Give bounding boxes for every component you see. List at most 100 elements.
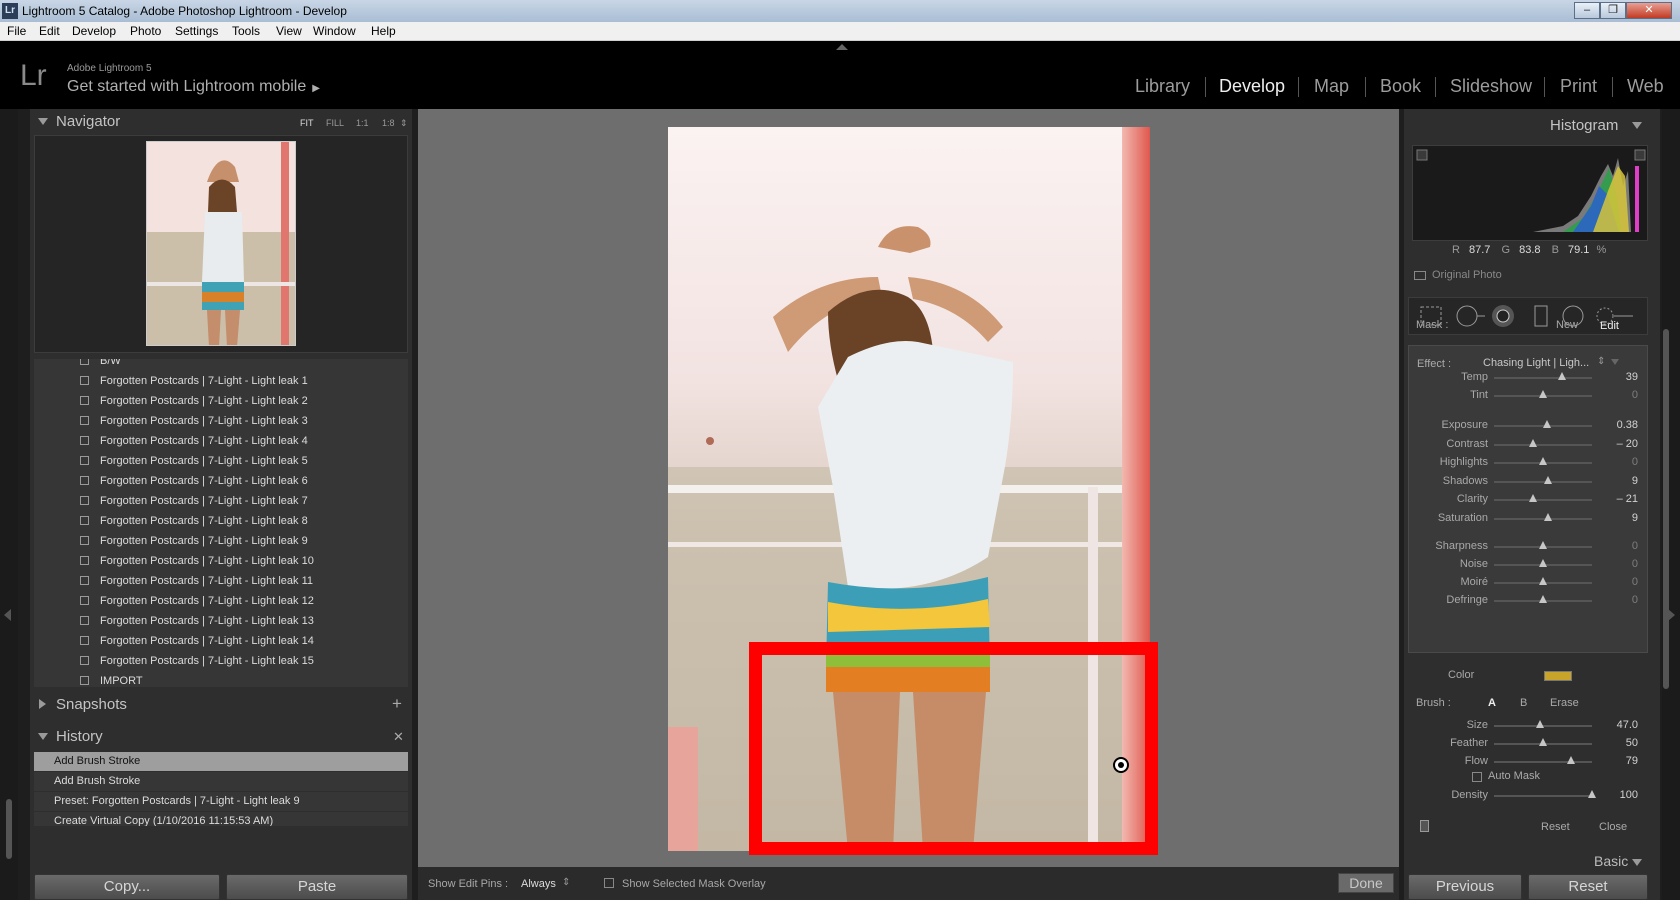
slider-thumb[interactable] [1543, 475, 1552, 484]
brush-a-button[interactable]: A [1488, 697, 1496, 709]
slider-tint[interactable]: Tint 0 [1408, 387, 1648, 403]
slider-thumb[interactable] [1536, 720, 1545, 728]
slider-track[interactable] [1494, 761, 1592, 763]
slider-highlights[interactable]: Highlights 0 [1408, 454, 1648, 470]
preset-item[interactable]: Forgotten Postcards | 7-Light - Light le… [34, 591, 408, 611]
preset-item[interactable]: Forgotten Postcards | 7-Light - Light le… [34, 531, 408, 551]
preset-item[interactable]: Forgotten Postcards | 7-Light - Light le… [34, 511, 408, 531]
history-item[interactable]: Add Brush Stroke [34, 752, 408, 771]
slider-contrast[interactable]: Contrast – 20 [1408, 436, 1648, 452]
paste-settings-button[interactable]: Paste [226, 874, 408, 900]
brush-edit-pin[interactable] [1113, 757, 1129, 773]
menu-tools[interactable]: Tools [232, 24, 260, 38]
slider-temp[interactable]: Temp 39 [1408, 369, 1648, 385]
slider-thumb[interactable] [1539, 559, 1547, 567]
slider-track[interactable] [1494, 499, 1592, 501]
left-panel-toggle[interactable] [0, 109, 18, 900]
preset-item[interactable]: Forgotten Postcards | 7-Light - Light le… [34, 411, 408, 431]
preset-item[interactable]: Forgotten Postcards | 7-Light - Light le… [34, 551, 408, 571]
slider-value[interactable]: – 20 [1617, 438, 1638, 450]
history-item[interactable]: Add Brush Stroke [34, 772, 408, 791]
slider-feather[interactable]: Feather 50 [1408, 735, 1648, 751]
slider-value[interactable]: 0 [1632, 456, 1638, 468]
color-swatch[interactable] [1544, 671, 1572, 681]
slider-value[interactable]: 79 [1626, 755, 1638, 767]
preset-item[interactable]: Forgotten Postcards | 7-Light - Light le… [34, 571, 408, 591]
slider-noise[interactable]: Noise 0 [1408, 556, 1648, 572]
module-map[interactable]: Map [1314, 76, 1349, 97]
original-photo-icon[interactable] [1414, 271, 1426, 280]
slider-value[interactable]: 0 [1632, 389, 1638, 401]
done-button[interactable]: Done [1338, 873, 1394, 893]
slider-thumb[interactable] [1539, 390, 1547, 398]
brush-b-button[interactable]: B [1520, 697, 1527, 709]
slider-exposure[interactable]: Exposure 0.38 [1408, 417, 1648, 433]
effect-select-stepper-icon[interactable]: ⇕ [1597, 356, 1605, 367]
basic-panel-title[interactable]: Basic [1594, 853, 1628, 869]
slider-sharpness[interactable]: Sharpness 0 [1408, 538, 1648, 554]
menu-file[interactable]: File [7, 24, 26, 38]
slider-value[interactable]: 50 [1626, 737, 1638, 749]
add-snapshot-icon[interactable]: + [392, 694, 402, 714]
panel-close-button[interactable]: Close [1599, 821, 1627, 833]
minimize-button[interactable]: – [1574, 2, 1600, 19]
clear-history-icon[interactable]: ✕ [393, 729, 404, 745]
zoom-fill[interactable]: FILL [326, 118, 344, 128]
zoom-1-8[interactable]: 1:8 [382, 118, 395, 128]
menu-view[interactable]: View [276, 24, 302, 38]
reset-button[interactable]: Reset [1528, 874, 1648, 900]
show-edit-pins-select[interactable]: Always [521, 878, 556, 890]
brush-erase-button[interactable]: Erase [1550, 697, 1579, 709]
close-window-button[interactable]: ✕ [1626, 2, 1672, 19]
copy-settings-button[interactable]: Copy... [34, 874, 220, 900]
slider-shadows[interactable]: Shadows 9 [1408, 473, 1648, 489]
slider-density[interactable]: Density 100 [1408, 787, 1648, 803]
mask-edit-button[interactable]: Edit [1600, 320, 1619, 332]
slider-thumb[interactable] [1539, 738, 1547, 746]
slider-value[interactable]: – 21 [1617, 493, 1638, 505]
slider-track[interactable] [1494, 443, 1592, 446]
preset-item[interactable]: Forgotten Postcards | 7-Light - Light le… [34, 631, 408, 651]
zoom-fit[interactable]: FIT [300, 118, 314, 128]
slider-saturation[interactable]: Saturation 9 [1408, 510, 1648, 526]
right-panel-toggle[interactable] [1662, 109, 1680, 900]
left-scrollbar[interactable] [6, 799, 12, 859]
slider-size[interactable]: Size 47.0 [1408, 717, 1648, 733]
module-library[interactable]: Library [1135, 76, 1190, 97]
slider-thumb[interactable] [1557, 372, 1566, 380]
menu-develop[interactable]: Develop [72, 24, 116, 38]
slider-value[interactable]: 100 [1620, 789, 1638, 801]
history-header[interactable]: History ✕ [30, 724, 412, 750]
mask-new-button[interactable]: New [1556, 319, 1578, 331]
slider-thumb[interactable] [1567, 756, 1576, 764]
preset-item[interactable]: IMPORT [34, 671, 408, 687]
module-slideshow[interactable]: Slideshow [1450, 76, 1532, 97]
slider-thumb[interactable] [1588, 790, 1596, 798]
slider-thumb[interactable] [1529, 438, 1538, 447]
module-book[interactable]: Book [1380, 76, 1421, 97]
menu-edit[interactable]: Edit [39, 24, 60, 38]
slider-thumb[interactable] [1539, 577, 1547, 585]
menu-window[interactable]: Window [313, 24, 356, 38]
slider-flow[interactable]: Flow 79 [1408, 753, 1648, 769]
slider-value[interactable]: 9 [1632, 512, 1638, 524]
menu-settings[interactable]: Settings [175, 24, 218, 38]
panel-reset-button[interactable]: Reset [1541, 821, 1570, 833]
preset-item[interactable]: Forgotten Postcards | 7-Light - Light le… [34, 391, 408, 411]
right-scrollbar[interactable] [1663, 329, 1669, 689]
preset-item[interactable]: B/W [34, 359, 408, 371]
slider-thumb[interactable] [1543, 512, 1552, 521]
histogram-collapse-icon[interactable] [1632, 122, 1642, 129]
auto-mask-checkbox[interactable] [1472, 772, 1482, 782]
mobile-promo-link[interactable]: Get started with Lightroom mobile ▶ [67, 78, 320, 96]
menu-photo[interactable]: Photo [130, 24, 161, 38]
slider-thumb[interactable] [1539, 595, 1547, 603]
module-web[interactable]: Web [1627, 76, 1664, 97]
slider-value[interactable]: 9 [1632, 475, 1638, 487]
preset-item[interactable]: Forgotten Postcards | 7-Light - Light le… [34, 471, 408, 491]
slider-value[interactable]: 0 [1632, 576, 1638, 588]
navigator-header[interactable]: Navigator FIT FILL 1:1 1:8 ⇕ [30, 109, 412, 135]
preset-item[interactable]: Forgotten Postcards | 7-Light - Light le… [34, 611, 408, 631]
slider-value[interactable]: 0 [1632, 558, 1638, 570]
preset-item[interactable]: Forgotten Postcards | 7-Light - Light le… [34, 451, 408, 471]
